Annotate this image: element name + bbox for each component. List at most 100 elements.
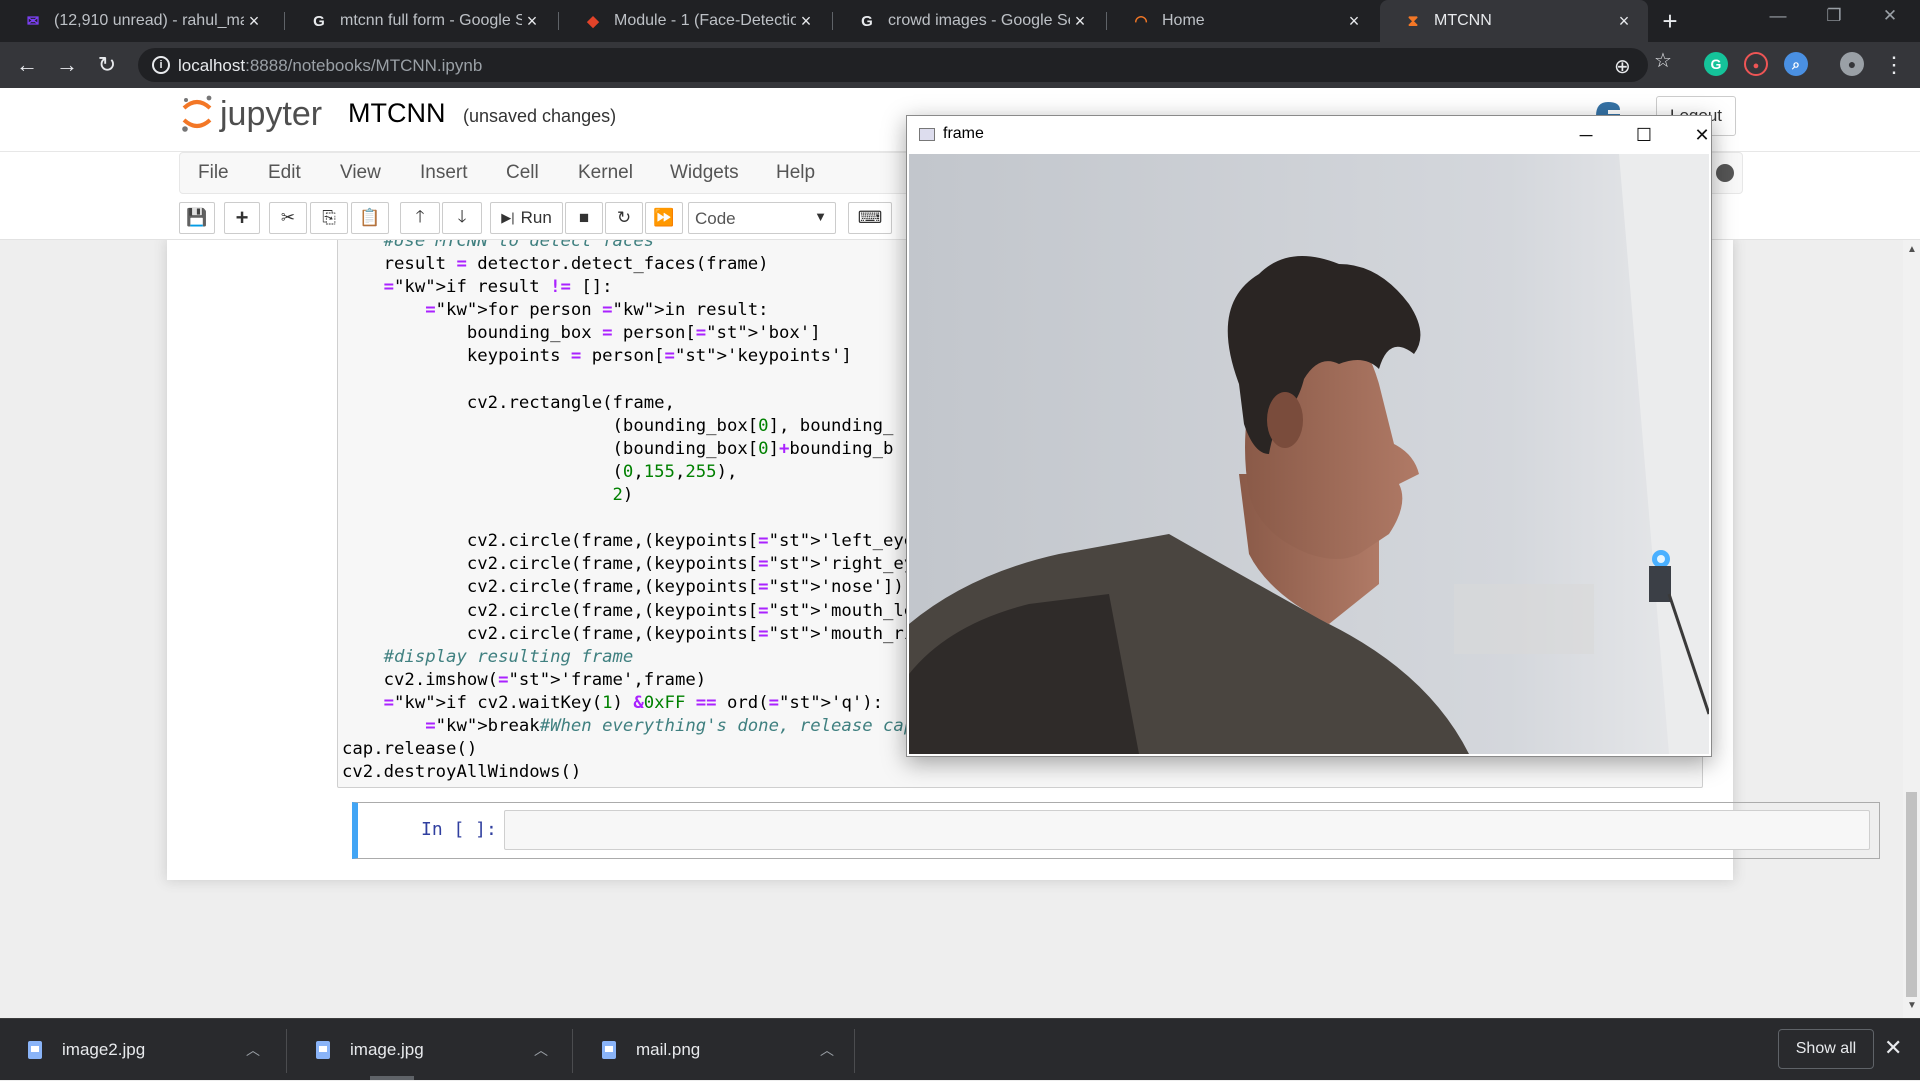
menu-edit[interactable]: Edit (268, 162, 301, 184)
input-prompt: In [ ]: (421, 819, 497, 840)
code-line: keypoints = person[="st">'keypoints'] (342, 346, 852, 367)
download-item[interactable]: image.jpg ︿ (288, 1019, 572, 1081)
code-line: cv2.circle(frame,(keypoints[="st">'left_… (342, 531, 956, 552)
frame-maximize-button[interactable]: ☐ (1621, 120, 1667, 150)
profile-avatar-icon[interactable]: ● (1840, 52, 1864, 76)
arrow-up-icon: 🡑 (415, 206, 425, 226)
copy-cell-button[interactable]: ⎘ (310, 202, 348, 234)
show-all-downloads-button[interactable]: Show all (1778, 1029, 1874, 1069)
site-info-icon[interactable]: i (152, 56, 170, 74)
screen-recorder-extension-icon[interactable]: ● (1744, 52, 1768, 76)
tab-gitlab-module[interactable]: ◆ Module - 1 (Face-Detection) × (560, 0, 830, 42)
download-item[interactable]: mail.png ︿ (574, 1019, 858, 1081)
download-shelf: image2.jpg ︿ image.jpg ︿ mail.png ︿ Show… (0, 1018, 1920, 1080)
menu-widgets[interactable]: Widgets (670, 162, 739, 184)
webcam-image (909, 154, 1709, 754)
notebook-name[interactable]: MTCNN (348, 98, 445, 129)
code-line: (bounding_box[0], bounding_ (342, 415, 894, 436)
page-scrollbar[interactable]: ▲ ▼ (1903, 240, 1920, 1018)
interrupt-kernel-button[interactable]: ■ (565, 202, 603, 234)
keyboard-icon: ⌨ (857, 208, 883, 227)
code-line: (bounding_box[0]+bounding_b (342, 438, 894, 459)
close-icon[interactable]: × (244, 11, 264, 32)
menu-file[interactable]: File (198, 162, 229, 184)
image-file-icon (316, 1041, 330, 1059)
menu-help[interactable]: Help (776, 162, 815, 184)
run-button[interactable]: ▶| Run (490, 202, 563, 234)
chevron-up-icon[interactable]: ︿ (820, 1040, 840, 1060)
save-button[interactable]: 💾 (179, 202, 215, 234)
cell-type-value: Code (695, 209, 736, 228)
tab-crowd-images[interactable]: G crowd images - Google Sear × (834, 0, 1104, 42)
scrollbar-thumb[interactable] (1906, 792, 1917, 997)
insert-cell-button[interactable]: + (224, 202, 260, 234)
chevron-up-icon[interactable]: ︿ (246, 1040, 266, 1060)
code-line: ="kw">break#When everything's done, rele… (425, 715, 956, 736)
close-icon[interactable]: × (1070, 11, 1090, 32)
tab-yahoo-mail[interactable]: ✉ (12,910 unread) - rahul_mang × (0, 0, 278, 42)
menu-cell[interactable]: Cell (506, 162, 539, 184)
bookmark-star-icon[interactable]: ☆ (1654, 48, 1672, 73)
code-line: bounding_box = person[="st">'box'] (342, 323, 821, 344)
frame-close-button[interactable]: ✕ (1679, 120, 1725, 150)
cell-type-select[interactable]: Code ▼ (688, 202, 836, 234)
download-item[interactable]: image2.jpg ︿ (0, 1019, 284, 1081)
window-close-button[interactable]: ✕ (1870, 6, 1910, 26)
menu-kebab-icon[interactable]: ⋮ (1880, 51, 1908, 79)
reload-icon[interactable]: ↻ (93, 51, 121, 79)
back-arrow-icon[interactable]: ← (13, 51, 41, 79)
menu-insert[interactable]: Insert (420, 162, 468, 184)
code-line: (0,155,255), (342, 461, 738, 482)
image-file-icon (28, 1041, 42, 1059)
menu-kernel[interactable]: Kernel (578, 162, 633, 184)
command-palette-button[interactable]: ⌨ (848, 202, 892, 234)
step-forward-icon: ▶| (501, 210, 515, 225)
jupyter-logo[interactable]: jupyter (180, 94, 322, 134)
move-down-button[interactable]: 🡓 (442, 202, 482, 234)
cut-cell-button[interactable]: ✂ (269, 202, 307, 234)
close-icon[interactable]: × (1614, 11, 1634, 32)
code-line: ="kw">if cv2.waitKey(1) &0xFF == ord(="s… (383, 692, 884, 713)
yahoo-mail-icon: ✉ (26, 13, 40, 30)
window-restore-button[interactable]: ❐ (1814, 6, 1854, 26)
tab-separator (284, 12, 285, 30)
restart-kernel-button[interactable]: ↻ (605, 202, 643, 234)
code-line: #Use MTCNN to detect faces (342, 240, 655, 251)
search-extension-icon[interactable]: ⌕ (1784, 52, 1808, 76)
move-up-button[interactable]: 🡑 (400, 202, 440, 234)
grammarly-extension-icon[interactable]: G (1704, 52, 1728, 76)
code-line: cv2.imshow(="st">'frame',frame) (342, 669, 707, 690)
opencv-frame-window[interactable]: frame ─ ☐ ✕ (906, 115, 1712, 757)
new-tab-button[interactable]: + (1655, 6, 1685, 36)
close-icon[interactable]: × (522, 11, 542, 32)
scroll-up-icon[interactable]: ▲ (1907, 244, 1917, 255)
restart-run-all-button[interactable]: ⏩ (645, 202, 683, 234)
tab-title: MTCNN (1434, 12, 1492, 29)
stop-icon: ■ (578, 208, 590, 227)
close-icon[interactable]: × (796, 11, 816, 32)
close-shelf-icon[interactable]: ✕ (1884, 1035, 1902, 1061)
window-minimize-button[interactable]: — (1758, 6, 1798, 26)
scroll-down-icon[interactable]: ▼ (1907, 1000, 1917, 1011)
paste-cell-button[interactable]: 📋 (351, 202, 389, 234)
forward-arrow-icon[interactable]: → (53, 51, 81, 79)
image-file-icon (602, 1041, 616, 1059)
code-editor-text[interactable]: #Use MTCNN to detect faces result = dete… (342, 240, 956, 784)
browser-tab-strip: ✉ (12,910 unread) - rahul_mang × G mtcnn… (0, 0, 1920, 42)
frame-title-bar[interactable]: frame ─ ☐ ✕ (907, 116, 1711, 154)
tab-separator (832, 12, 833, 30)
tab-jupyter-home[interactable]: ◠ Home × (1108, 0, 1378, 42)
plus-icon: + (235, 205, 249, 230)
url-text[interactable]: localhost:8888/notebooks/MTCNN.ipynb (178, 56, 482, 76)
frame-minimize-button[interactable]: ─ (1563, 120, 1609, 150)
menu-view[interactable]: View (340, 162, 381, 184)
tab-mtcnn-active[interactable]: ⧗ MTCNN × (1380, 0, 1648, 42)
shelf-separator (286, 1029, 287, 1073)
address-bar[interactable]: i localhost:8888/notebooks/MTCNN.ipynb ⊕ (138, 48, 1648, 82)
chevron-up-icon[interactable]: ︿ (534, 1040, 554, 1060)
close-icon[interactable]: × (1344, 11, 1364, 32)
empty-code-input[interactable] (504, 810, 1870, 850)
jupyter-wordmark: jupyter (220, 94, 323, 133)
tab-mtcnn-search[interactable]: G mtcnn full form - Google Sea × (286, 0, 556, 42)
zoom-icon[interactable]: ⊕ (1614, 54, 1631, 79)
